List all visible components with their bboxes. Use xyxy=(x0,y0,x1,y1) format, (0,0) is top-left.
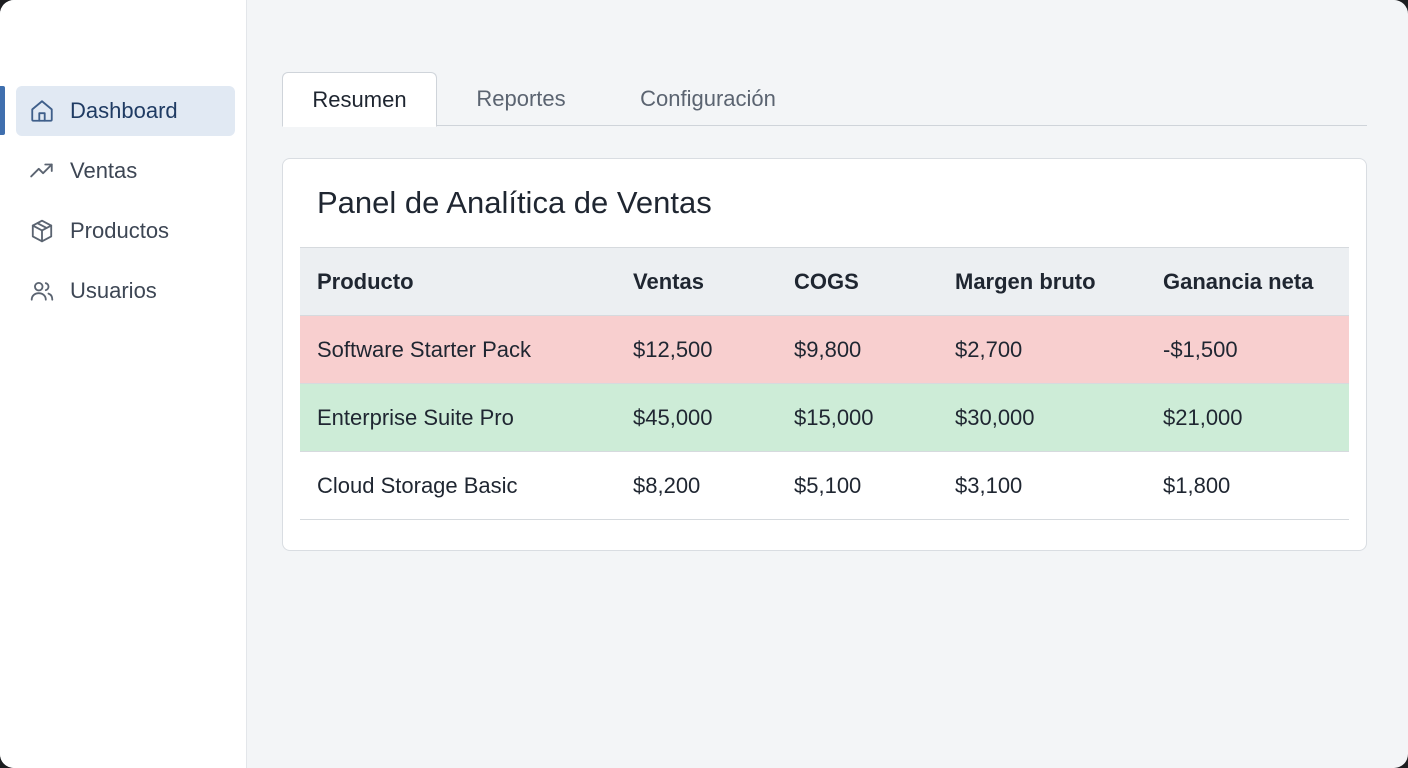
trending-up-icon xyxy=(28,157,56,185)
home-icon xyxy=(28,97,56,125)
table-row[interactable]: Enterprise Suite Pro $45,000 $15,000 $30… xyxy=(300,383,1349,452)
sidebar-item-ventas[interactable]: Ventas xyxy=(16,146,235,196)
column-header-ventas[interactable]: Ventas xyxy=(616,247,777,316)
table-cell: $15,000 xyxy=(777,383,938,452)
sidebar-item-label: Productos xyxy=(70,218,170,243)
table-header-row: Producto Ventas COGS Margen bruto Gananc… xyxy=(300,247,1349,316)
table-cell: $21,000 xyxy=(1146,383,1349,452)
tab-label: Reportes xyxy=(476,86,566,111)
sidebar-item-label: Ventas xyxy=(70,158,138,183)
table-cell: Enterprise Suite Pro xyxy=(300,383,616,452)
users-icon xyxy=(28,277,56,305)
main-content: Resumen Reportes Configuración Panel de … xyxy=(248,0,1408,768)
sidebar: Dashboard Ventas Productos Usuarios xyxy=(0,0,247,768)
table-cell: $1,800 xyxy=(1146,451,1349,520)
table-cell: $45,000 xyxy=(616,383,777,452)
table-cell: $12,500 xyxy=(616,315,777,384)
analytics-card: Panel de Analítica de Ventas Producto Ve… xyxy=(282,158,1367,551)
table-cell: $9,800 xyxy=(777,315,938,384)
tab-bar: Resumen Reportes Configuración xyxy=(282,72,1367,127)
sidebar-item-label: Usuarios xyxy=(70,278,157,303)
table-cell: Cloud Storage Basic xyxy=(300,451,616,520)
sidebar-item-usuarios[interactable]: Usuarios xyxy=(16,266,235,316)
tab-label: Configuración xyxy=(640,86,776,111)
sidebar-item-label: Dashboard xyxy=(70,98,178,123)
table-cell: $2,700 xyxy=(938,315,1146,384)
table-row[interactable]: Software Starter Pack $12,500 $9,800 $2,… xyxy=(300,315,1349,384)
column-header-cogs[interactable]: COGS xyxy=(777,247,938,316)
table-cell: Software Starter Pack xyxy=(300,315,616,384)
active-indicator xyxy=(0,86,5,135)
table-cell: -$1,500 xyxy=(1146,315,1349,384)
column-header-ganancia-neta[interactable]: Ganancia neta xyxy=(1146,247,1349,316)
tab-resumen[interactable]: Resumen xyxy=(282,72,437,127)
column-header-margen-bruto[interactable]: Margen bruto xyxy=(938,247,1146,316)
column-header-producto[interactable]: Producto xyxy=(300,247,616,316)
tab-configuracion[interactable]: Configuración xyxy=(612,72,804,126)
table-row[interactable]: Cloud Storage Basic $8,200 $5,100 $3,100… xyxy=(300,451,1349,520)
tab-reportes[interactable]: Reportes xyxy=(452,72,590,126)
table-cell: $5,100 xyxy=(777,451,938,520)
tab-label: Resumen xyxy=(312,86,407,112)
table-cell: $8,200 xyxy=(616,451,777,520)
sidebar-item-productos[interactable]: Productos xyxy=(16,206,235,256)
app-window: Dashboard Ventas Productos Usuarios Resu… xyxy=(0,0,1408,768)
card-title: Panel de Analítica de Ventas xyxy=(317,185,712,220)
table-cell: $3,100 xyxy=(938,451,1146,520)
table-cell: $30,000 xyxy=(938,383,1146,452)
sales-table: Producto Ventas COGS Margen bruto Gananc… xyxy=(300,247,1349,520)
box-icon xyxy=(28,217,56,245)
sidebar-item-dashboard[interactable]: Dashboard xyxy=(16,86,235,136)
